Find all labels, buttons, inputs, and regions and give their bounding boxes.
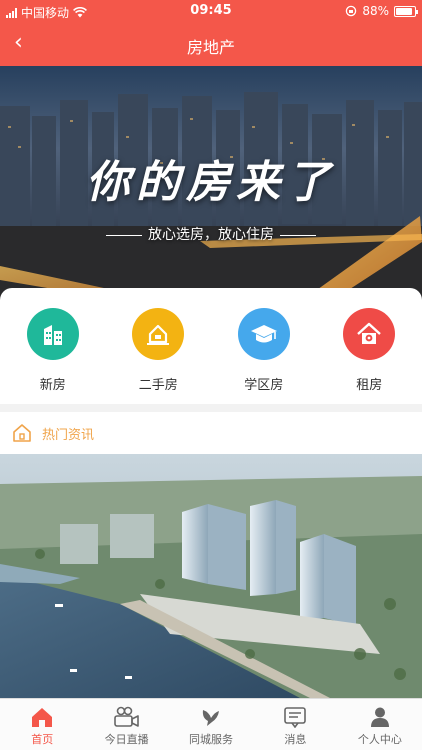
hero-banner[interactable]: 你的房来了 放心选房，放心住房 — [0, 66, 422, 302]
tab-label: 今日直播 — [104, 733, 149, 746]
tab-label: 消息 — [284, 733, 307, 746]
category-icon-bg — [237, 308, 290, 360]
nav-bar: ‹ 房地产 — [0, 22, 422, 66]
video-camera-icon — [113, 706, 139, 727]
status-right: 88% — [345, 4, 418, 18]
category-label: 学区房 — [244, 378, 284, 393]
message-icon — [284, 707, 307, 728]
tab-messages[interactable]: 消息 — [253, 699, 337, 750]
hot-news-title: 热门资讯 — [42, 427, 95, 443]
page-title: 房地产 — [186, 38, 235, 57]
tab-profile[interactable]: 个人中心 — [338, 699, 422, 750]
category-new-house[interactable]: 新房 — [0, 288, 106, 404]
house-key-icon — [357, 322, 382, 344]
battery-fill — [396, 7, 412, 15]
banner-headline: 你的房来了 — [86, 157, 336, 208]
category-grid: 新房 二手房 学区房 租房 — [0, 288, 422, 404]
building-icon — [43, 325, 62, 345]
tab-label: 首页 — [31, 733, 54, 746]
tab-local-service[interactable]: 同城服务 — [169, 699, 253, 750]
home-icon — [32, 708, 53, 727]
tab-label: 个人中心 — [357, 733, 402, 746]
house-outline-icon — [13, 424, 31, 442]
house-hand-icon — [147, 324, 170, 345]
category-rent[interactable]: 租房 — [317, 288, 422, 404]
category-icon-bg — [343, 308, 396, 360]
tab-home[interactable]: 首页 — [0, 699, 84, 750]
hot-news-header[interactable]: 热门资讯 — [0, 412, 422, 454]
user-icon — [370, 707, 389, 727]
graduation-cap-icon — [250, 325, 277, 343]
category-icon-bg — [26, 308, 79, 360]
tab-label: 同城服务 — [189, 733, 234, 746]
aerial-city-image — [0, 454, 422, 698]
news-image[interactable] — [0, 454, 422, 698]
category-second-hand[interactable]: 二手房 — [106, 288, 212, 404]
battery-percent: 88% — [362, 4, 389, 18]
category-school-district[interactable]: 学区房 — [211, 288, 317, 404]
dove-icon — [202, 710, 220, 726]
tab-bar: 首页 今日直播 同城服务 消息 个人中心 — [0, 698, 422, 750]
tab-live[interactable]: 今日直播 — [84, 699, 168, 750]
category-icon-bg — [132, 308, 185, 360]
banner-slogan: 放心选房，放心住房 — [0, 224, 422, 244]
rotation-lock-icon — [346, 5, 357, 17]
category-label: 二手房 — [138, 378, 178, 393]
category-label: 新房 — [39, 378, 66, 393]
battery-icon — [394, 5, 418, 17]
status-bar: 中国移动 09:45 88% — [0, 0, 422, 22]
category-label: 租房 — [356, 378, 383, 393]
hot-news-section: 热门资讯 — [0, 412, 422, 698]
